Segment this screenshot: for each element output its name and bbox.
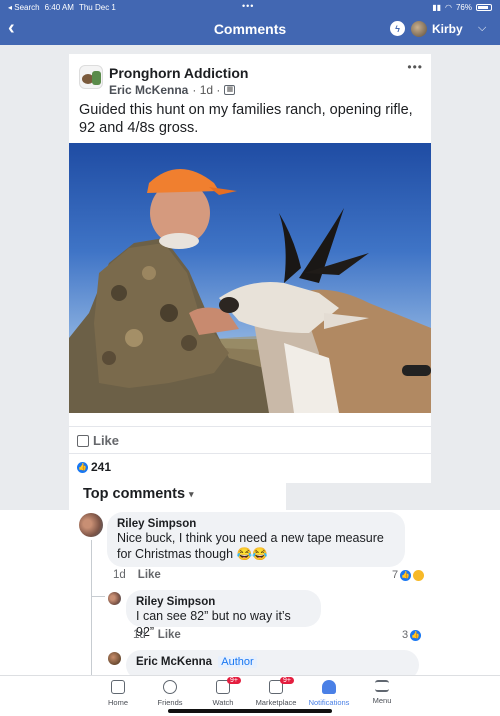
comment-age: 1d [113,569,126,581]
back-to-search-link[interactable]: ◂ Search [8,3,40,12]
tab-notifications[interactable]: Notifications [299,680,359,707]
menu-icon [375,680,389,692]
post-meta: Eric McKenna · 1d · ▦ [109,83,236,97]
thread-connector [91,596,105,597]
reply-avatar[interactable] [108,592,121,605]
like-button[interactable]: Like [77,433,119,448]
reply-author-name[interactable]: Eric McKenna [136,656,212,668]
comment-meta: 1d Like [113,569,161,581]
like-reaction-icon: 👍 [410,629,422,641]
comment-bubble[interactable]: Riley Simpson Nice buck, I think you nee… [107,512,405,567]
account-chevron-icon[interactable]: ⌵ [478,22,486,35]
post-age: · 1d · [192,83,221,97]
wifi-icon: ◠ [445,2,452,12]
post-author[interactable]: Eric McKenna [109,83,188,97]
messenger-icon[interactable]: ϟ [390,21,405,36]
reply-meta: 1d Like [133,629,181,641]
signal-icon: ▮▮ [432,2,441,12]
group-name[interactable]: Pronghorn Addiction [109,65,248,81]
post-photo[interactable] [69,143,431,413]
comment-text: Nice buck, I think you need a new tape m… [117,531,384,561]
like-label: Like [93,433,120,448]
thumbs-up-icon [77,434,89,447]
reply-reaction-count: 3 [402,629,409,641]
reaction-count: 241 [91,460,112,474]
group-privacy-icon: ▦ [224,85,236,95]
tab-label: Home [107,698,128,707]
user-name[interactable]: Kirby [432,22,463,36]
bell-icon [322,680,336,694]
reply-age: 1d [133,629,146,641]
tab-watch[interactable]: 9+ Watch [193,677,253,707]
reply-avatar[interactable] [108,652,121,665]
tab-marketplace[interactable]: 9+ Marketplace [246,677,306,707]
friends-icon [163,680,177,694]
tab-label: Friends [157,698,183,707]
battery-icon [476,3,492,11]
tab-menu[interactable]: Menu [352,680,412,705]
watch-badge: 9+ [227,677,241,684]
like-reaction-icon: 👍 [400,569,412,581]
comment-author[interactable]: Riley Simpson [117,518,395,530]
author-badge: Author [218,656,257,668]
user-avatar[interactable] [411,21,427,37]
home-indicator[interactable] [168,709,332,713]
status-date: Thu Dec 1 [78,2,116,12]
tab-label: Notifications [308,698,350,707]
status-bar: ◂ Search 6:40 AM Thu Dec 1 ••• ▮▮ ◠ 76% [0,0,500,14]
tab-label: Watch [212,698,234,707]
haha-reaction-icon [413,569,425,581]
reply-like-button[interactable]: Like [158,629,181,641]
comments-list: Riley Simpson Nice buck, I think you nee… [0,510,500,680]
hunt-photo-illustration [69,169,431,413]
status-time: 6:40 AM [44,2,74,12]
comment-reactions[interactable]: 7 👍 [392,569,425,581]
comment-sort-dropdown[interactable]: Top comments ▾ [83,486,194,502]
reply-author[interactable]: Riley Simpson [136,596,311,608]
tab-label: Marketplace [255,698,297,707]
more-options-icon[interactable]: ••• [407,60,423,74]
reaction-summary[interactable]: 👍 241 [77,460,111,474]
comment-like-button[interactable]: Like [138,569,161,581]
group-avatar[interactable] [79,65,103,89]
comment-reaction-count: 7 [392,569,399,581]
comment-sort-label: Top comments [83,486,186,502]
post-actions: Like [69,426,431,454]
marketplace-badge: 9+ [280,677,294,684]
thread-line [91,540,92,675]
nav-bar: ‹ Comments ϟ Kirby ⌵ [0,14,500,45]
tab-home[interactable]: Home [88,680,148,707]
chevron-down-icon: ▾ [189,488,194,499]
tab-label: Menu [372,696,392,705]
like-reaction-icon: 👍 [77,461,88,473]
battery-percent: 76% [455,2,472,12]
tab-friends[interactable]: Friends [140,680,200,707]
post-text: Guided this hunt on my families ranch, o… [79,102,413,136]
reply-bubble[interactable]: Riley Simpson I can see 82” but no way i… [126,590,321,639]
comment-avatar[interactable] [79,513,103,537]
reply-author: Eric McKenna Author [136,656,409,668]
post-card: Pronghorn Addiction Eric McKenna · 1d · … [69,54,431,510]
background-strip [286,483,432,510]
reply-reactions[interactable]: 3 👍 [402,629,422,641]
multitasking-dots-icon[interactable]: ••• [242,1,254,11]
home-icon [111,680,125,694]
